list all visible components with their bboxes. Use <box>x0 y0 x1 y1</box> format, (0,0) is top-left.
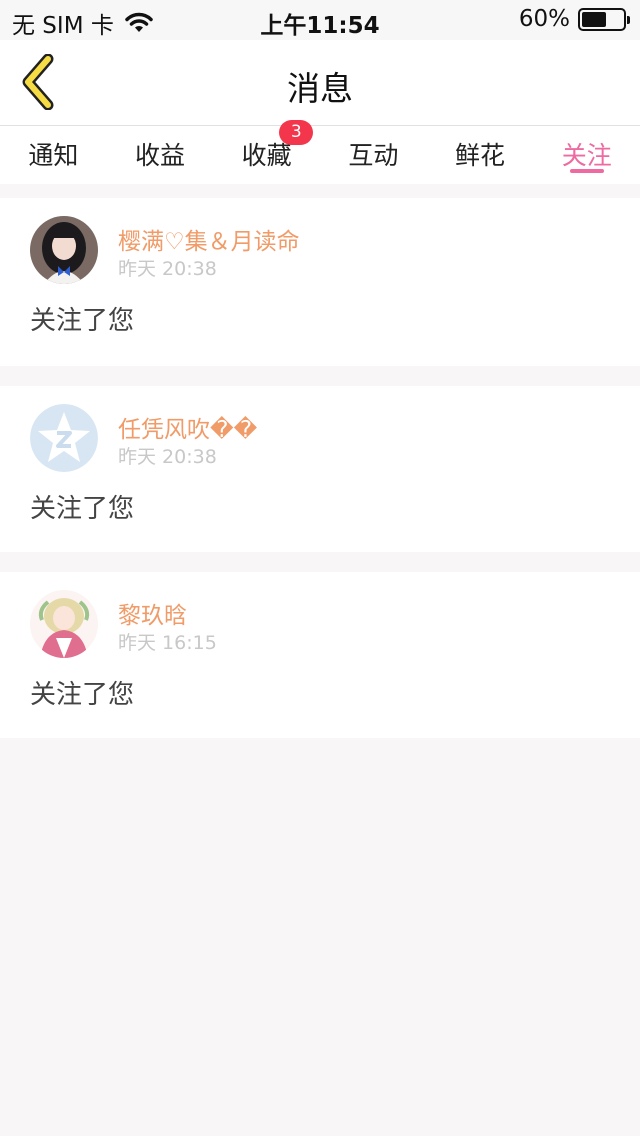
tab-flowers[interactable]: 鲜花 <box>427 126 534 184</box>
timestamp: 昨天 16:15 <box>118 632 217 654</box>
tab-label: 关注 <box>561 141 612 170</box>
username[interactable]: 樱满♡集＆月读命 <box>118 222 300 256</box>
tab-label: 通知 <box>28 141 79 170</box>
tab-earnings[interactable]: 收益 <box>107 126 214 184</box>
list-item[interactable]: 黎玖晗 昨天 16:15 关注了您 <box>0 572 640 738</box>
battery-fill <box>582 11 606 27</box>
status-bar: 无 SIM 卡 上午11:54 60% <box>0 0 640 40</box>
message-list: 樱满♡集＆月读命 昨天 20:38 关注了您 任凭风吹�� 昨天 20:38 关… <box>0 198 640 738</box>
tab-label: 互动 <box>348 141 399 170</box>
user-avatar-image <box>30 590 98 658</box>
battery-icon <box>578 7 630 31</box>
timestamp: 昨天 20:38 <box>118 446 217 468</box>
nav-bar: 消息 <box>0 40 640 126</box>
tab-interactions[interactable]: 互动 <box>320 126 427 184</box>
active-tab-indicator <box>569 169 604 173</box>
tab-bar: 通知 收益 收藏 3 互动 鲜花 关注 <box>0 120 640 184</box>
tab-label: 收藏 <box>241 141 292 170</box>
tab-follows[interactable]: 关注 <box>533 126 640 184</box>
list-item[interactable]: 任凭风吹�� 昨天 20:38 关注了您 <box>0 386 640 552</box>
timestamp: 昨天 20:38 <box>118 258 217 280</box>
tab-label: 鲜花 <box>455 141 506 170</box>
battery-status: 60% <box>518 6 630 32</box>
battery-percent: 60% <box>518 6 570 32</box>
tab-notifications[interactable]: 通知 <box>0 126 107 184</box>
username[interactable]: 任凭风吹�� <box>118 410 257 444</box>
avatar[interactable] <box>30 216 98 284</box>
message-text: 关注了您 <box>30 494 135 524</box>
avatar[interactable] <box>30 404 98 472</box>
avatar[interactable] <box>30 590 98 658</box>
username[interactable]: 黎玖晗 <box>118 596 187 630</box>
default-avatar-star-icon <box>30 404 98 472</box>
message-text: 关注了您 <box>30 680 135 710</box>
page-title: 消息 <box>287 69 353 108</box>
user-avatar-image <box>30 216 98 284</box>
unread-badge: 3 <box>279 120 314 145</box>
tab-label: 收益 <box>135 141 186 170</box>
tab-favorites[interactable]: 收藏 3 <box>213 120 320 184</box>
message-text: 关注了您 <box>30 306 135 336</box>
list-item[interactable]: 樱满♡集＆月读命 昨天 20:38 关注了您 <box>0 198 640 366</box>
